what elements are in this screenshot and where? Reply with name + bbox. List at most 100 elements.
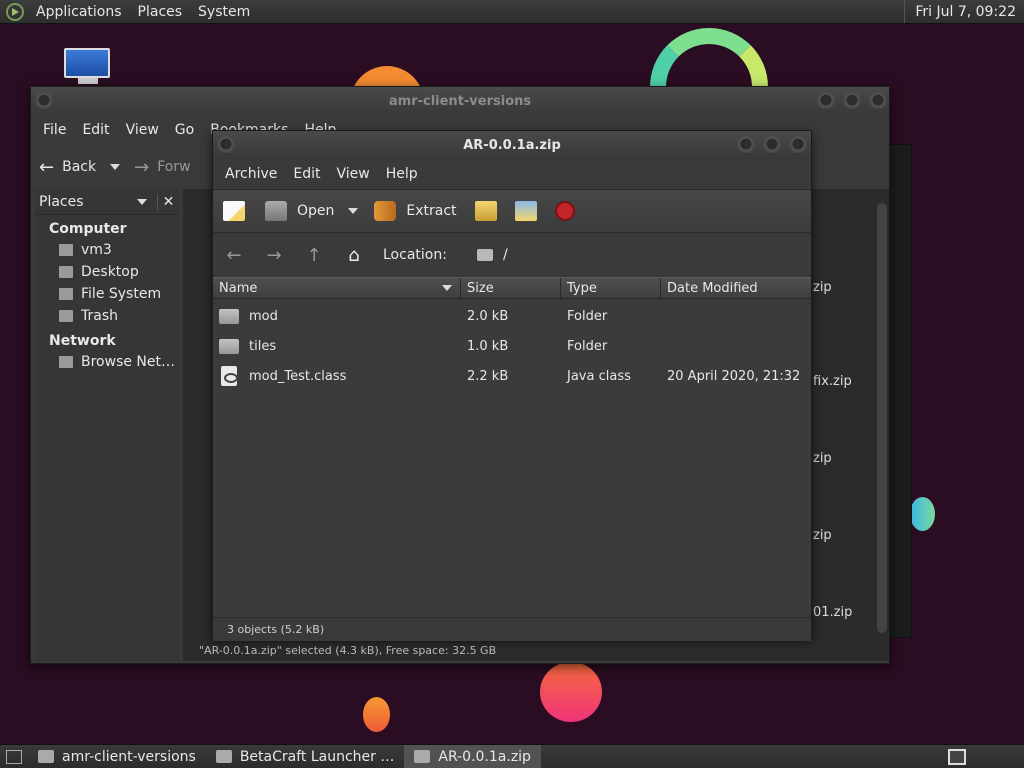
- extract-button[interactable]: Extract: [406, 203, 456, 219]
- archive-manager-window: AR-0.0.1a.zip Archive Edit View Help Ope…: [212, 130, 812, 641]
- task-amr-client-versions[interactable]: amr-client-versions: [28, 745, 206, 768]
- sidebar-item-vm3[interactable]: vm3: [35, 239, 179, 261]
- maximize-icon[interactable]: [763, 136, 781, 154]
- home-icon[interactable]: ⌂: [343, 244, 365, 266]
- back-button[interactable]: Back: [62, 159, 96, 175]
- open-button[interactable]: Open: [297, 203, 334, 219]
- file-item-name[interactable]: 01.zip: [813, 605, 852, 620]
- extract-icon[interactable]: [374, 201, 397, 221]
- folder-icon: [219, 338, 239, 354]
- sidebar-item-desktop[interactable]: Desktop: [35, 261, 179, 283]
- file-manager-titlebar[interactable]: amr-client-versions: [31, 87, 889, 115]
- system-menu[interactable]: System: [190, 4, 258, 20]
- file-name: mod: [249, 308, 278, 324]
- menu-help[interactable]: Help: [378, 166, 426, 182]
- window-title: amr-client-versions: [388, 93, 532, 109]
- clock[interactable]: Fri Jul 7, 09:22: [904, 0, 1024, 23]
- sidebar-section-network: Network: [49, 333, 116, 349]
- task-betacraft-launcher[interactable]: BetaCraft Launcher …: [206, 745, 405, 768]
- column-name[interactable]: Name: [213, 278, 461, 298]
- workspace-switcher[interactable]: [948, 748, 966, 765]
- places-header[interactable]: Places ✕: [35, 189, 179, 215]
- top-panel: Applications Places System Fri Jul 7, 09…: [0, 0, 1024, 24]
- file-name: tiles: [249, 338, 277, 354]
- sidebar-item-browse-network[interactable]: Browse Net…: [35, 351, 179, 373]
- file-type: Folder: [567, 308, 608, 324]
- file-size: 1.0 kB: [467, 338, 509, 354]
- file-item-name[interactable]: fix.zip: [813, 374, 852, 389]
- back-arrow-icon[interactable]: ←: [223, 244, 245, 266]
- location-bar: ← → ↑ ⌂ Location: /: [213, 233, 811, 277]
- file-size: 2.0 kB: [467, 308, 509, 324]
- minimize-icon[interactable]: [737, 136, 755, 154]
- back-arrow-icon[interactable]: ←: [39, 157, 54, 178]
- applications-menu[interactable]: Applications: [28, 4, 130, 20]
- location-input[interactable]: /: [503, 247, 508, 263]
- file-date: [661, 301, 811, 331]
- minimize-icon[interactable]: [817, 92, 835, 110]
- monitor-icon: [64, 48, 110, 78]
- column-type[interactable]: Type: [561, 278, 661, 298]
- menu-view[interactable]: View: [329, 166, 378, 182]
- menu-archive[interactable]: Archive: [217, 166, 285, 182]
- column-headers: Name Size Type Date Modified: [213, 277, 811, 299]
- java-app-icon: [215, 750, 232, 763]
- new-archive-icon[interactable]: [223, 201, 245, 221]
- close-sidebar-icon[interactable]: ✕: [157, 193, 179, 210]
- places-menu[interactable]: Places: [130, 4, 191, 20]
- sidebar-item-trash[interactable]: Trash: [35, 305, 179, 327]
- file-item-name[interactable]: zip: [813, 451, 832, 466]
- file-manager-status: "AR-0.0.1a.zip" selected (4.3 kB), Free …: [199, 644, 497, 657]
- java-file-icon: [221, 366, 238, 386]
- forward-arrow-icon[interactable]: →: [134, 157, 149, 178]
- sidebar-item-file-system[interactable]: File System: [35, 283, 179, 305]
- file-item-name[interactable]: zip: [813, 280, 832, 295]
- folder-icon: [219, 308, 239, 324]
- show-desktop-icon[interactable]: [6, 749, 22, 764]
- menu-file[interactable]: File: [35, 122, 74, 138]
- archive-menubar: Archive Edit View Help: [213, 159, 811, 189]
- table-row[interactable]: mod_Test.class 2.2 kB Java class 20 Apri…: [213, 361, 811, 391]
- task-archive[interactable]: AR-0.0.1a.zip: [404, 745, 541, 768]
- file-item-name[interactable]: zip: [813, 528, 832, 543]
- table-row[interactable]: tiles 1.0 kB Folder: [213, 331, 811, 361]
- gnome-logo-icon[interactable]: [6, 2, 24, 21]
- open-icon[interactable]: [265, 201, 287, 221]
- add-files-icon[interactable]: [474, 201, 497, 221]
- table-row[interactable]: mod 2.0 kB Folder: [213, 301, 811, 331]
- close-icon[interactable]: [789, 136, 807, 154]
- menu-edit[interactable]: Edit: [285, 166, 328, 182]
- stop-icon[interactable]: [554, 201, 575, 221]
- back-history-dropdown-icon[interactable]: [110, 164, 121, 170]
- menu-go[interactable]: Go: [167, 122, 202, 138]
- computer-desktop-icon[interactable]: [64, 48, 112, 86]
- file-type: Folder: [567, 338, 608, 354]
- places-sidebar: Places ✕ Computer vm3 Desktop File Syste…: [35, 189, 179, 661]
- vertical-scrollbar[interactable]: [877, 203, 887, 633]
- close-icon[interactable]: [869, 92, 887, 110]
- forward-button[interactable]: Forw: [157, 159, 190, 175]
- archive-titlebar[interactable]: AR-0.0.1a.zip: [213, 131, 811, 159]
- open-recent-dropdown-icon[interactable]: [348, 208, 359, 214]
- wallpaper-shape: [910, 497, 935, 531]
- window-menu-icon[interactable]: [35, 92, 53, 110]
- home-folder-icon: [59, 244, 73, 256]
- up-arrow-icon[interactable]: ↑: [303, 244, 325, 266]
- maximize-icon[interactable]: [843, 92, 861, 110]
- bottom-taskbar: amr-client-versions BetaCraft Launcher ……: [0, 744, 1024, 768]
- menu-edit[interactable]: Edit: [74, 122, 117, 138]
- window-title: AR-0.0.1a.zip: [463, 137, 561, 153]
- column-date-modified[interactable]: Date Modified: [661, 278, 811, 298]
- network-icon: [59, 356, 73, 368]
- window-menu-icon[interactable]: [217, 136, 235, 154]
- places-dropdown-icon[interactable]: [137, 198, 147, 205]
- file-date: [661, 331, 811, 361]
- wallpaper-shape: [363, 697, 390, 732]
- forward-arrow-icon[interactable]: →: [263, 244, 285, 266]
- archive-status: 3 objects (5.2 kB): [213, 617, 811, 641]
- archive-toolbar: Open Extract: [213, 189, 811, 233]
- location-label: Location:: [383, 247, 447, 263]
- add-folder-icon[interactable]: [514, 201, 537, 221]
- menu-view[interactable]: View: [118, 122, 167, 138]
- column-size[interactable]: Size: [461, 278, 561, 298]
